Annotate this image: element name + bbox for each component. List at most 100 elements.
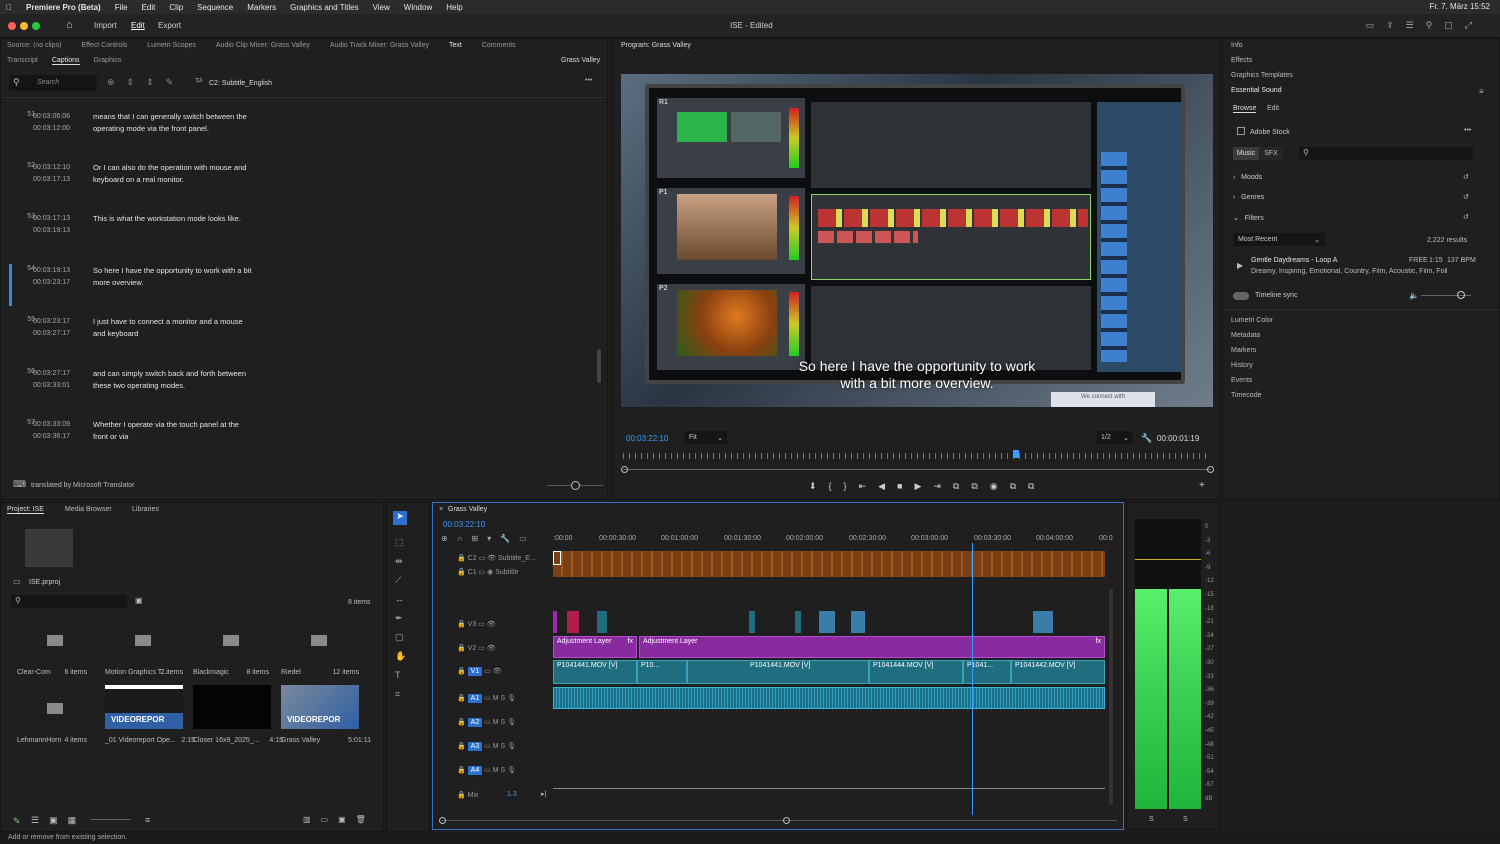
sound-search-input[interactable]: ⚲	[1299, 147, 1473, 160]
solo-right[interactable]: S	[1183, 816, 1188, 823]
tab-captions[interactable]: Captions	[51, 57, 80, 65]
thumb-size-slider[interactable]	[91, 819, 131, 820]
reset-icon[interactable]: ↺	[1463, 173, 1469, 181]
pencil-icon[interactable]: ✎	[13, 816, 21, 827]
panel-lumetri-color[interactable]: Lumetri Color	[1231, 317, 1273, 324]
reset-icon[interactable]: ↺	[1463, 213, 1469, 221]
bin-lehmannhorn[interactable]: LehmannHorn 4 items	[17, 685, 87, 744]
sfx-toggle[interactable]: SFX	[1259, 147, 1283, 160]
menu-edit[interactable]: Edit	[142, 3, 156, 12]
tab-lumetri-scopes[interactable]: Lumetri Scopes	[147, 42, 196, 49]
tab-audio-clip-mixer[interactable]: Audio Clip Mixer: Grass Valley	[216, 42, 310, 49]
adjustment-layer-clip[interactable]: Adjustment Layer fx	[553, 636, 637, 658]
clip-grass-valley[interactable]: VIDEOREPOR Grass Valley 5:01:11	[281, 685, 371, 749]
hscroll-handle-left[interactable]	[439, 817, 446, 824]
clip-v1[interactable]: P1041444.MOV [V]	[869, 660, 963, 684]
panel-history[interactable]: History	[1231, 362, 1253, 369]
caption-row[interactable]: 53. 00:03:17:13 00:03:19:13 This is what th…	[9, 213, 599, 261]
adjustment-layer-clip[interactable]: Adjustment Layer fx	[639, 636, 1105, 658]
zoom-handle-right[interactable]	[1207, 466, 1214, 473]
caption-selected[interactable]	[553, 551, 561, 565]
timeline-ruler[interactable]: :00:00 00:00:30:00 00:01:00:00 00:01:30:…	[553, 535, 1113, 545]
close-window-button[interactable]	[8, 22, 16, 30]
program-playhead[interactable]	[1013, 450, 1019, 458]
panel-graphics-templates[interactable]: Graphics Templates	[1231, 72, 1293, 79]
track-header-a1[interactable]: 🔒 A1 ▭ M S 🎙	[457, 694, 516, 703]
bin-motion-graphics[interactable]: Motion Graphics T... 2 items	[105, 617, 183, 676]
program-ruler[interactable]	[623, 453, 1209, 459]
project-action-icons[interactable]: ▥▭▣🗑	[303, 815, 376, 824]
minimize-window-button[interactable]	[20, 22, 28, 30]
menu-help[interactable]: Help	[446, 3, 462, 12]
tab-sound-edit[interactable]: Edit	[1267, 105, 1279, 112]
filters-row[interactable]: ⌄ Filters	[1233, 214, 1264, 222]
caption-track-clips[interactable]	[553, 551, 1105, 577]
tab-comments[interactable]: Comments	[482, 42, 516, 49]
timeline-hscroll[interactable]	[441, 820, 1117, 821]
mix-level[interactable]: 1.3	[507, 791, 517, 798]
caption-row[interactable]: 51. 00:03:06:06 00:03:12:00 means that I ca…	[9, 111, 599, 159]
tab-transcript[interactable]: Transcript	[7, 57, 38, 65]
clip-v1[interactable]: P1041441.MOV [V]	[553, 660, 637, 684]
tab-effect-controls[interactable]: Effect Controls	[81, 42, 127, 49]
tab-project[interactable]: Project: ISE	[7, 506, 44, 514]
project-search-input[interactable]: ⚲	[11, 595, 127, 608]
new-bin-icon[interactable]: ▣	[135, 596, 143, 605]
track-header-v2[interactable]: 🔒 V2 ▭ 👁	[457, 644, 496, 652]
menu-sequence[interactable]: Sequence	[197, 3, 233, 12]
add-button-icon[interactable]: +	[1199, 480, 1205, 491]
bin-clear-com[interactable]: Clear-Com 6 items	[17, 617, 87, 676]
panel-events[interactable]: Events	[1231, 377, 1252, 384]
caption-track-select[interactable]: C2: Subtitle_English	[209, 80, 272, 87]
solo-left[interactable]: S	[1149, 816, 1154, 823]
track-header-c1[interactable]: 🔒 C1 ▭ ◉ Subtitle	[457, 568, 553, 580]
track-header-a4[interactable]: 🔒 A4 ▭ M S 🎙	[457, 766, 516, 775]
transport-controls[interactable]: ⬇{}⇤◀■▶⇥⧉⧉◉⧉⧉	[809, 481, 1046, 492]
titlebar-icons[interactable]: ▭⇪☰⚲▢⤢	[1366, 20, 1484, 31]
volume-handle[interactable]	[1457, 291, 1465, 299]
import-tab[interactable]: Import	[94, 21, 117, 30]
menu-app[interactable]: Premiere Pro (Beta)	[26, 3, 101, 12]
panel-metadata[interactable]: Metadata	[1231, 332, 1260, 339]
hscroll-handle-right[interactable]	[783, 817, 790, 824]
menu-graphics[interactable]: Graphics and Titles	[290, 3, 358, 12]
captions-scrollbar[interactable]	[597, 349, 601, 383]
tab-text[interactable]: Text	[449, 42, 462, 49]
sort-icon[interactable]: ≡	[145, 815, 150, 825]
selection-tool-icon[interactable]: ➤	[393, 511, 407, 525]
track-header-a2[interactable]: 🔒 A2 ▭ M S 🎙	[457, 718, 516, 727]
caption-row[interactable]: 56. 00:03:27:17 00:03:33:01 and can simply …	[9, 368, 599, 416]
caption-row[interactable]: 55. 00:03:23:17 00:03:27:17 I just have to …	[9, 316, 599, 364]
clip-v1[interactable]: P1041441.MOV [V]	[687, 660, 869, 684]
tool-icons[interactable]: ⬚ ⇹ ⟋ ↔ ✒ ▢ ✋ T ⌗	[395, 533, 406, 704]
more-options-icon[interactable]: •••	[585, 77, 592, 84]
program-title[interactable]: Program: Grass Valley	[621, 42, 691, 49]
apple-icon[interactable]: 	[6, 3, 12, 12]
panel-essential-sound[interactable]: Essential Sound	[1231, 87, 1282, 94]
menu-window[interactable]: Window	[404, 3, 432, 12]
reset-icon[interactable]: ↺	[1463, 193, 1469, 201]
clip-v1[interactable]: P10...	[637, 660, 687, 684]
track-header-mix[interactable]: 🔒 Mix	[457, 791, 479, 799]
clip-closer[interactable]: Closer 16x9_2025_... 4:15	[193, 685, 283, 749]
caption-row[interactable]: 52. 00:03:12:10 00:03:17:13 Or I can also d…	[9, 162, 599, 210]
panel-effects[interactable]: Effects	[1231, 57, 1252, 64]
panel-timecode[interactable]: Timecode	[1231, 392, 1261, 399]
fit-dropdown[interactable]: Fit ⌄	[685, 431, 727, 444]
caption-search-input[interactable]: ⚲ Search	[9, 75, 97, 91]
menu-file[interactable]: File	[115, 3, 128, 12]
genres-row[interactable]: › Genres	[1233, 194, 1264, 201]
menu-view[interactable]: View	[373, 3, 390, 12]
music-toggle[interactable]: Music	[1233, 147, 1259, 160]
timeline-tab[interactable]: Grass Valley	[448, 506, 487, 513]
timeline-sync-toggle[interactable]	[1233, 292, 1249, 300]
video-frame[interactable]: R1 P1 P2 So here I have the opportunity …	[621, 74, 1213, 407]
timeline-tool-icons[interactable]: ⊕∩⊞▾🔧▭	[441, 534, 536, 543]
program-zoom-bar[interactable]	[623, 469, 1211, 470]
export-tab[interactable]: Export	[158, 21, 181, 30]
edit-tab[interactable]: Edit	[131, 21, 145, 30]
more-icon[interactable]: •••	[1464, 127, 1471, 134]
timeline-playhead[interactable]	[972, 543, 973, 815]
a1-audio-clip[interactable]	[553, 687, 1105, 709]
clip-v1[interactable]: P1041442.MOV [V]	[1011, 660, 1105, 684]
